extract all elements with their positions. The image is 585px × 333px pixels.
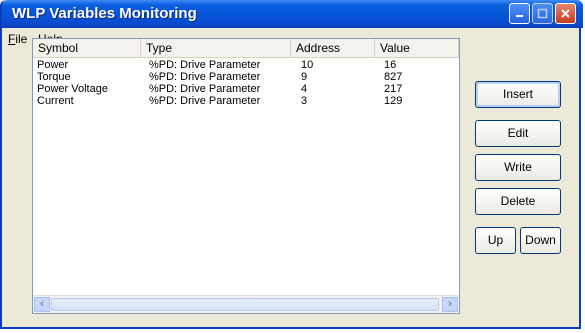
cell-address: 4	[301, 83, 308, 95]
maximize-glyph	[537, 8, 548, 19]
write-button[interactable]: Write	[475, 154, 561, 181]
scroll-right-icon[interactable]: ›	[442, 297, 458, 312]
minimize-glyph	[516, 15, 523, 17]
minimize-icon[interactable]	[509, 3, 530, 24]
variables-list[interactable]: Symbol Type Address Value Power %PD: Dri…	[32, 38, 460, 314]
close-icon[interactable]	[555, 3, 576, 24]
list-header: Symbol Type Address Value	[33, 39, 459, 58]
cell-address: 9	[301, 71, 308, 83]
cell-address: 3	[301, 95, 308, 107]
delete-button[interactable]: Delete	[475, 188, 561, 215]
menu-file-label: ile	[15, 32, 28, 46]
menu-file[interactable]: File	[8, 32, 27, 46]
down-button[interactable]: Down	[520, 227, 561, 254]
cell-symbol: Torque	[37, 71, 71, 83]
table-row[interactable]: Current %PD: Drive Parameter 3 129	[33, 96, 459, 107]
column-header-type[interactable]: Type	[141, 39, 291, 57]
horizontal-scrollbar[interactable]: ‹ ›	[33, 295, 459, 313]
cell-type: %PD: Drive Parameter	[149, 71, 261, 83]
column-header-address[interactable]: Address	[291, 39, 375, 57]
edit-button[interactable]: Edit	[475, 120, 561, 147]
column-header-symbol[interactable]: Symbol	[33, 39, 141, 57]
cell-value: 129	[384, 95, 403, 107]
cell-symbol: Power Voltage	[37, 83, 108, 95]
cell-symbol: Current	[37, 95, 74, 107]
column-header-value[interactable]: Value	[375, 39, 459, 57]
cell-address: 10	[301, 59, 314, 71]
table-row[interactable]: Power Voltage %PD: Drive Parameter 4 217	[33, 84, 459, 95]
cell-type: %PD: Drive Parameter	[149, 95, 261, 107]
table-row[interactable]: Power %PD: Drive Parameter 10 16	[33, 60, 459, 71]
cell-value: 827	[384, 71, 403, 83]
up-button[interactable]: Up	[475, 227, 516, 254]
title-bar[interactable]: WLP Variables Monitoring	[2, 0, 583, 28]
cell-type: %PD: Drive Parameter	[149, 83, 261, 95]
table-row[interactable]: Torque %PD: Drive Parameter 9 827	[33, 72, 459, 83]
scrollbar-thumb[interactable]	[51, 298, 439, 311]
cell-value: 16	[384, 59, 397, 71]
cell-value: 217	[384, 83, 403, 95]
insert-button[interactable]: Insert	[475, 81, 561, 108]
scroll-left-icon[interactable]: ‹	[34, 297, 50, 312]
cell-type: %PD: Drive Parameter	[149, 59, 261, 71]
app-window: WLP Variables Monitoring File Help Symbo…	[0, 0, 583, 329]
maximize-icon[interactable]	[532, 3, 553, 24]
window-title: WLP Variables Monitoring	[12, 5, 197, 22]
cell-symbol: Power	[37, 59, 69, 71]
close-glyph	[561, 9, 570, 18]
